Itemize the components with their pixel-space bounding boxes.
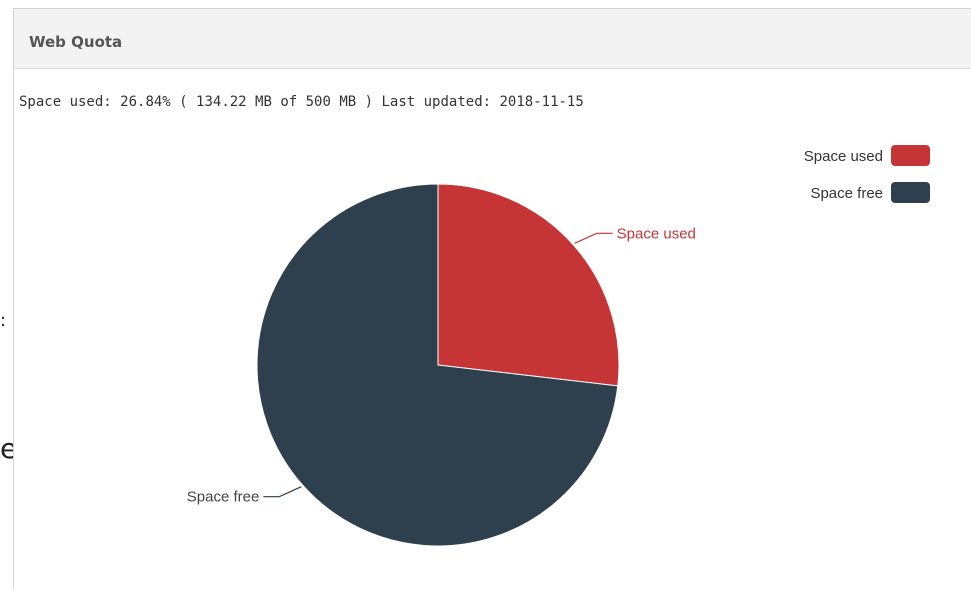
slice-label-space-free: Space free — [187, 489, 260, 506]
pie-slice-space-used[interactable] — [437, 183, 620, 387]
leader-line-space-free — [263, 486, 302, 498]
slice-label-space-used: Space used — [617, 225, 696, 242]
legend-swatch-space-free[interactable] — [891, 182, 930, 203]
pie-chart: Space used Space free Space used Space free — [187, 145, 930, 547]
legend-swatch-space-used[interactable] — [891, 145, 930, 166]
legend-label-space-free: Space free — [810, 185, 883, 202]
leader-line-space-used — [574, 232, 613, 244]
chart-area: Space used Space free Space used Space free — [0, 0, 971, 583]
legend-label-space-used: Space used — [804, 148, 883, 165]
